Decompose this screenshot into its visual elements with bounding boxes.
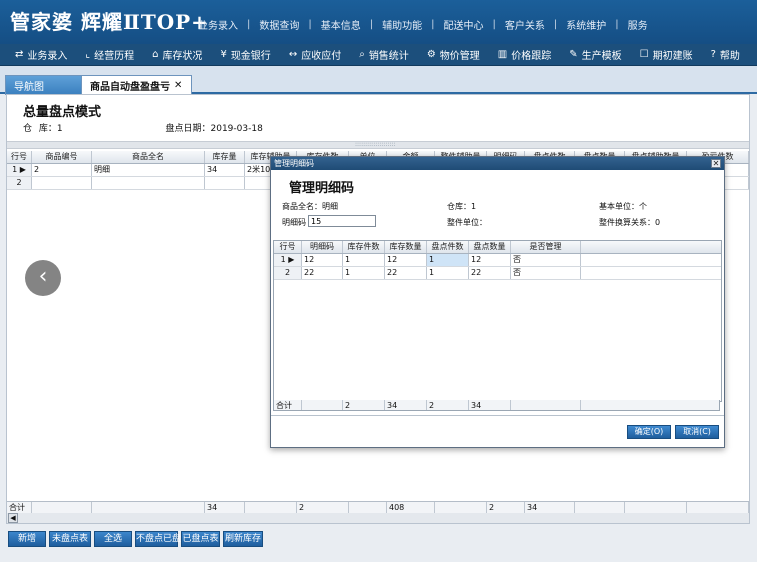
uncounted-list-button[interactable]: 未盘点表 — [49, 531, 91, 547]
dialog-titlebar[interactable]: 管理明细码 ✕ — [271, 157, 724, 170]
top-nav-basic-info[interactable]: 基本信息 — [321, 17, 361, 32]
nav-separator: | — [431, 19, 435, 30]
nav-separator: | — [247, 19, 251, 30]
top-nav-crm[interactable]: 客户关系 — [505, 17, 545, 32]
conversion-label: 整件换算关系：0 — [599, 218, 661, 227]
back-arrow-icon[interactable]: ‹ — [25, 260, 61, 296]
col-header[interactable]: 商品全名 — [92, 151, 205, 163]
toolbar-cash[interactable]: ¥ 现金银行 — [211, 44, 279, 66]
whole-unit-label: 整件单位： — [447, 218, 487, 227]
top-nav-aux[interactable]: 辅助功能 — [382, 17, 422, 32]
warehouse-value: 库：1 — [38, 124, 63, 134]
product-name-label: 商品全名：明细 — [282, 202, 338, 211]
warehouse-label: 仓库：1 — [447, 202, 477, 211]
toolbar-history[interactable]: ⌞ 经营历程 — [76, 44, 143, 66]
dialog-grid-totals: 合计 2 34 2 34 — [273, 400, 720, 411]
dialog-grid-header: 行号 明细码 库存件数 库存数量 盘点件数 盘点数量 是否管理 — [274, 241, 721, 254]
counted-list-button[interactable]: 已盘点表 — [181, 531, 220, 547]
cancel-button[interactable]: 取消(C) — [675, 425, 719, 439]
tab-inventory-count[interactable]: 商品自动盘盈盘亏 ✕ — [81, 75, 192, 95]
col-header[interactable]: 库存量 — [205, 151, 245, 163]
tab-strip: 导航图 商品自动盘盈盘亏 ✕ — [0, 66, 757, 95]
app-logo: 管家婆 辉耀ⅡTOP+ — [10, 10, 209, 34]
page-title: 总量盘点模式 — [23, 105, 102, 120]
entry-icon: ⇄ — [15, 49, 24, 60]
detail-code-dialog: 管理明细码 ✕ 管理明细码 商品全名：明细 仓库：1 基本单位：个 明细码 整件… — [270, 156, 725, 448]
count-date: 盘点日期：2019-03-18 — [165, 124, 263, 134]
nav-separator: | — [553, 19, 558, 30]
grip-icon: :::::::::::::::::::: — [355, 141, 396, 148]
toolbar-price-track[interactable]: ▥ 价格跟踪 — [489, 44, 560, 66]
nav-separator: | — [492, 19, 496, 30]
toolbar-sales-stats[interactable]: ⌕ 销售统计 — [350, 44, 418, 66]
dialog-footer: 确定(O) 取消(C) — [271, 415, 724, 448]
toolbar-stock[interactable]: ⌂ 库存状况 — [143, 44, 211, 66]
detail-code-label: 明细码 — [282, 218, 306, 227]
detail-code-input[interactable] — [308, 215, 376, 227]
yen-icon: ¥ — [220, 49, 227, 60]
tab-close-icon[interactable]: ✕ — [174, 80, 182, 91]
nav-separator: | — [615, 19, 619, 30]
search-icon: ⌕ — [359, 49, 365, 60]
panel-splitter[interactable]: :::::::::::::::::::: — [7, 141, 749, 149]
top-nav-dispatch[interactable]: 配送中心 — [444, 17, 484, 32]
top-nav-query[interactable]: 数据查询 — [259, 17, 299, 32]
col-header[interactable]: 行号 — [7, 151, 32, 163]
top-nav-service[interactable]: 服务 — [628, 17, 648, 32]
select-all-button[interactable]: 全选 — [94, 531, 132, 547]
toolbar-opening[interactable]: ☐ 期初建账 — [631, 44, 702, 66]
toolbar-help[interactable]: ? 帮助 — [702, 44, 749, 66]
gear-icon: ⚙ — [426, 49, 436, 60]
wrench-icon: ✎ — [569, 49, 578, 60]
top-nav-entry[interactable]: 业务录入 — [198, 17, 238, 32]
toolbar-ar-ap[interactable]: ↔ 应收应付 — [280, 44, 350, 66]
ledger-icon: ☐ — [639, 49, 649, 60]
scroll-left-icon[interactable]: ◀ — [8, 513, 18, 523]
help-icon: ? — [710, 49, 716, 60]
bottom-action-bar: 新增 未盘点表 全选 不盘点已盘 已盘点表 刷新库存 — [0, 526, 757, 554]
main-toolbar: ⇄ 业务录入 ⌞ 经营历程 ⌂ 库存状况 ¥ 现金银行 ↔ 应收应付 ⌕ 销售统计 ⚙ 物价管… — [0, 44, 757, 66]
table-row[interactable]: 1 ▶ 12 1 12 1 12 否 — [274, 254, 721, 267]
top-brand-bar: 管家婆 辉耀ⅡTOP+ 业务录入 | 数据查询 | 基本信息 | 辅助功能 | 配送中心… — [0, 0, 757, 44]
add-button[interactable]: 新增 — [8, 531, 46, 547]
detail-code-grid: 行号 明细码 库存件数 库存数量 盘点件数 盘点数量 是否管理 1 ▶ 12 1… — [273, 240, 722, 402]
nav-separator: | — [369, 19, 374, 30]
base-unit-label: 基本单位：个 — [599, 202, 647, 211]
dialog-heading: 管理明细码 — [289, 181, 355, 196]
table-row[interactable]: 2 22 1 22 1 22 否 — [274, 267, 721, 280]
close-icon[interactable]: ✕ — [711, 159, 721, 168]
stock-icon: ⌂ — [152, 49, 159, 60]
chart-icon: ⌞ — [85, 49, 91, 60]
nav-separator: | — [308, 19, 312, 30]
toolbar-entry[interactable]: ⇄ 业务录入 — [6, 44, 76, 66]
horizontal-scrollbar[interactable]: ◀ — [7, 513, 749, 523]
ok-button[interactable]: 确定(O) — [627, 425, 671, 439]
top-nav-system[interactable]: 系统维护 — [566, 17, 606, 32]
toolbar-price-mgmt[interactable]: ⚙ 物价管理 — [418, 44, 489, 66]
warehouse-label: 仓 — [23, 124, 33, 134]
top-nav: 业务录入 | 数据查询 | 基本信息 | 辅助功能 | 配送中心 | 客户关系 | 系统维护… — [198, 17, 648, 32]
skip-counted-button[interactable]: 不盘点已盘 — [135, 531, 181, 547]
dialog-title: 管理明细码 — [274, 159, 314, 168]
chart2-icon: ▥ — [497, 49, 508, 60]
col-header[interactable]: 商品编号 — [32, 151, 92, 163]
refresh-stock-button[interactable]: 刷新库存 — [223, 531, 263, 547]
info-line: 仓 库：1 盘点日期：2019-03-18 — [23, 121, 267, 134]
arrows-icon: ↔ — [288, 49, 298, 60]
toolbar-production[interactable]: ✎ 生产模板 — [560, 44, 630, 66]
